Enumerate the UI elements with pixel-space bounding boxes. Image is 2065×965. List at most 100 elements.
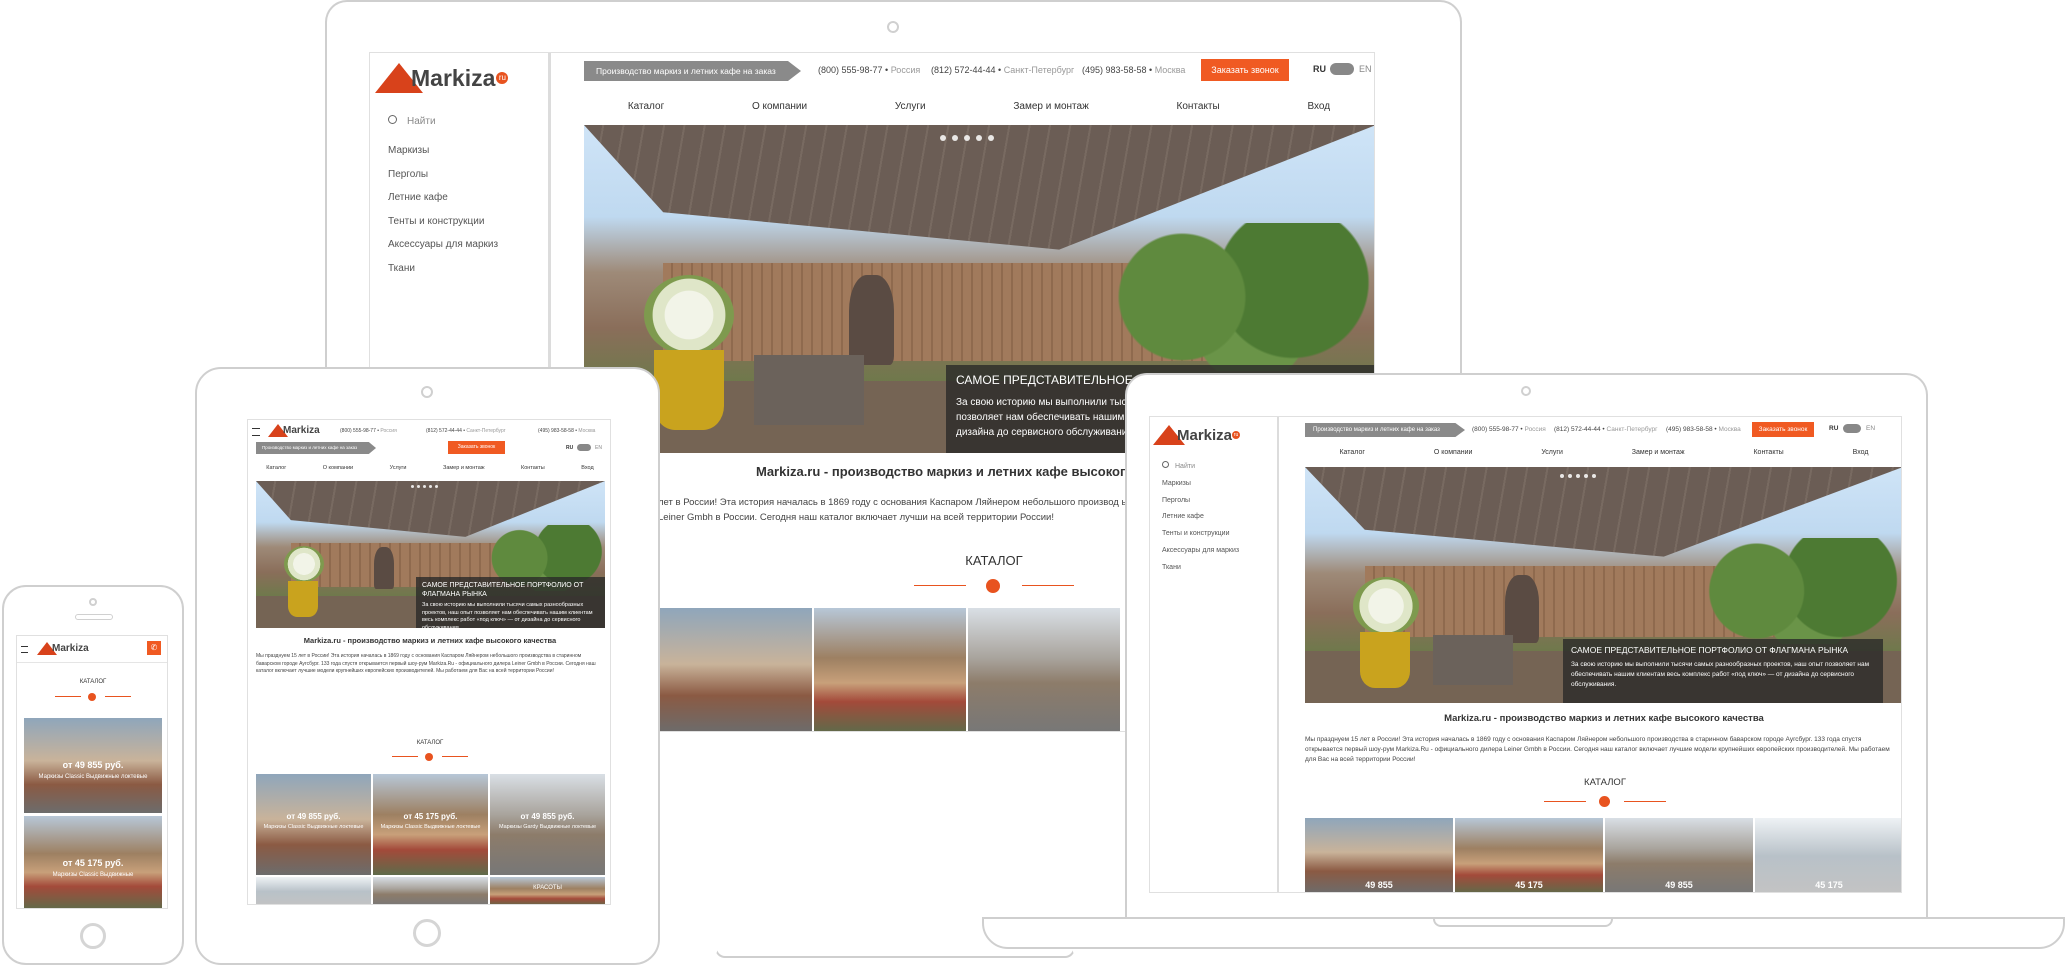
tile-name: Маркизы Classic Выдвижные bbox=[52, 871, 134, 878]
nav-catalog[interactable]: Каталог bbox=[1339, 449, 1364, 456]
catalog-tile[interactable]: от 49 855 руб. Маркизы Gardy Выдвижные ло… bbox=[490, 774, 605, 875]
catalog-title: КАТАЛОГ bbox=[79, 679, 107, 685]
menu-item-tkani[interactable]: Ткани bbox=[1162, 560, 1239, 577]
nav-measure[interactable]: Замер и монтаж bbox=[1632, 449, 1685, 456]
lang-toggle[interactable] bbox=[1330, 63, 1354, 75]
slider-dots[interactable] bbox=[1560, 474, 1596, 478]
logo[interactable]: Markiza ru bbox=[1153, 425, 1241, 445]
tile-name: Маркизы Classic Выдвижные локтевые bbox=[263, 824, 364, 830]
menu-item-tenty[interactable]: Тенты и конструкции bbox=[388, 210, 498, 234]
menu-item-markizy[interactable]: Маркизы bbox=[1162, 476, 1239, 493]
nav-measure[interactable]: Замер и монтаж bbox=[1013, 101, 1088, 112]
catalog-tile[interactable]: 45 175 bbox=[1755, 818, 1901, 892]
nav-contacts[interactable]: Контакты bbox=[521, 465, 545, 471]
call-button[interactable]: Заказать звонок bbox=[1201, 59, 1289, 81]
hamburger-icon[interactable] bbox=[21, 646, 28, 653]
lang-ru[interactable]: RU bbox=[1313, 64, 1326, 74]
phone-russia[interactable]: (800) 555-98-77 • Россия bbox=[818, 65, 920, 75]
catalog-tiles: от 49 855 руб. Маркизы Classic Выдвижные … bbox=[24, 718, 162, 908]
nav-login[interactable]: Вход bbox=[1853, 449, 1869, 456]
catalog-tile[interactable]: 49 855 bbox=[1305, 818, 1453, 892]
nav-services[interactable]: Услуги bbox=[895, 101, 926, 112]
nav-services[interactable]: Услуги bbox=[1541, 449, 1563, 456]
lang-ru[interactable]: RU bbox=[566, 445, 573, 451]
phone-home-button[interactable] bbox=[80, 923, 106, 949]
laptop-camera bbox=[1521, 386, 1531, 396]
search-input[interactable]: Найти bbox=[388, 115, 436, 127]
catalog-tile[interactable] bbox=[660, 608, 812, 731]
lang-toggle[interactable] bbox=[577, 444, 591, 451]
nav-login[interactable]: Вход bbox=[1307, 101, 1330, 112]
main-nav: Каталог О компании Услуги Замер и монтаж… bbox=[248, 465, 610, 471]
slider-dots[interactable] bbox=[411, 485, 438, 488]
menu-item-pergoly[interactable]: Перголы bbox=[388, 163, 498, 187]
logo[interactable]: Markiza ru bbox=[375, 63, 509, 93]
search-input[interactable]: Найти bbox=[1162, 461, 1195, 470]
catalog-tile[interactable]: 49 855 bbox=[1605, 818, 1753, 892]
hero-caption-title: САМОЕ ПРЕДСТАВИТЕЛЬНОЕ ПОРТФОЛИО ОТ ФЛАГ… bbox=[422, 582, 584, 598]
nav-catalog[interactable]: Каталог bbox=[628, 101, 664, 112]
lang-en[interactable]: EN bbox=[595, 445, 602, 451]
call-button[interactable]: Заказать звонок bbox=[1752, 422, 1814, 437]
nav-contacts[interactable]: Контакты bbox=[1177, 101, 1220, 112]
catalog-tile[interactable]: 45 175 bbox=[1455, 818, 1603, 892]
page-title: Markiza.ru - производство маркиз и летни… bbox=[1444, 713, 1764, 724]
phone-spb[interactable]: (812) 572-44-44 • Санкт-Петербург bbox=[931, 65, 1074, 75]
nav-login[interactable]: Вход bbox=[581, 465, 593, 471]
catalog-tile[interactable]: от 49 855 руб. Маркизы Classic Выдвижные … bbox=[24, 718, 162, 813]
catalog-tile[interactable]: от 49 855 руб. Маркизы Classic Выдвижные … bbox=[256, 774, 371, 875]
call-icon-button[interactable]: ✆ bbox=[147, 641, 161, 655]
logo[interactable]: Markiza bbox=[37, 642, 89, 655]
hero-slider[interactable]: САМОЕ ПРЕДСТАВИТЕЛЬНОЕ ПОРТФОЛИО ОТ ФЛАГ… bbox=[256, 481, 605, 628]
tile-price: 49 855 bbox=[1665, 880, 1693, 890]
menu-item-letnie-kafe[interactable]: Летние кафе bbox=[1162, 509, 1239, 526]
side-menu: Маркизы Перголы Летние кафе Тенты и конс… bbox=[388, 139, 498, 280]
menu-item-tenty[interactable]: Тенты и конструкции bbox=[1162, 526, 1239, 543]
lang-toggle[interactable] bbox=[1843, 424, 1861, 433]
menu-item-markizy[interactable]: Маркизы bbox=[388, 139, 498, 163]
catalog-tile[interactable]: от 45 175 руб. Маркизы Classic Выдвижные … bbox=[373, 774, 488, 875]
menu-item-accessories[interactable]: Аксессуары для маркиз bbox=[1162, 543, 1239, 560]
hamburger-icon[interactable] bbox=[252, 428, 260, 436]
catalog-tile[interactable]: от 45 175 руб. Маркизы Classic Выдвижные bbox=[24, 815, 162, 908]
nav-about[interactable]: О компании bbox=[323, 465, 353, 471]
nav-about[interactable]: О компании bbox=[752, 101, 807, 112]
catalog-tile[interactable] bbox=[373, 877, 488, 904]
phone-russia[interactable]: (800) 555-98-77 • Россия bbox=[1472, 426, 1546, 433]
phone-moscow[interactable]: (495) 983-58-58 • Москва bbox=[1666, 426, 1741, 433]
phone-number: (800) 555-98-77 bbox=[818, 65, 883, 75]
catalog-tile[interactable] bbox=[256, 877, 371, 904]
nav-measure[interactable]: Замер и монтаж bbox=[443, 465, 484, 471]
catalog-tiles bbox=[660, 608, 1120, 731]
phone-spb[interactable]: (812) 572-44-44 • Санкт-Петербург bbox=[1554, 426, 1658, 433]
nav-about[interactable]: О компании bbox=[1434, 449, 1473, 456]
nav-services[interactable]: Услуги bbox=[390, 465, 407, 471]
catalog-tile[interactable] bbox=[968, 608, 1120, 731]
lang-ru[interactable]: RU bbox=[1829, 425, 1838, 432]
person-image bbox=[849, 275, 894, 365]
phone-russia[interactable]: (800) 555-98-77 • Россия bbox=[340, 428, 397, 434]
slider-dots[interactable] bbox=[940, 135, 994, 141]
nav-contacts[interactable]: Контакты bbox=[1753, 449, 1783, 456]
search-placeholder: Найти bbox=[407, 116, 436, 127]
divider-line bbox=[914, 585, 966, 586]
phone-moscow[interactable]: (495) 983-58-58 • Москва bbox=[538, 428, 595, 434]
tile-price: от 45 175 руб. bbox=[403, 812, 458, 821]
menu-item-accessories[interactable]: Аксессуары для маркиз bbox=[388, 233, 498, 257]
lang-en[interactable]: EN bbox=[1359, 64, 1372, 74]
menu-item-pergoly[interactable]: Перголы bbox=[1162, 493, 1239, 510]
menu-item-letnie-kafe[interactable]: Летние кафе bbox=[388, 186, 498, 210]
catalog-tile[interactable] bbox=[814, 608, 966, 731]
menu-item-tkani[interactable]: Ткани bbox=[388, 257, 498, 281]
page-title: Markiza.ru - производство маркиз и летни… bbox=[303, 636, 557, 645]
lang-en[interactable]: EN bbox=[1866, 425, 1875, 432]
logo[interactable]: Markiza bbox=[268, 424, 320, 437]
catalog-tile[interactable]: КРАСОТЫ bbox=[490, 877, 605, 904]
nav-catalog[interactable]: Каталог bbox=[266, 465, 286, 471]
phone-spb[interactable]: (812) 572-44-44 • Санкт-Петербург bbox=[426, 428, 506, 434]
phone-moscow[interactable]: (495) 983-58-58 • Москва bbox=[1082, 65, 1185, 75]
hero-slider[interactable]: САМОЕ ПРЕДСТАВИТЕЛЬНОЕ ПОРТФОЛИО ОТ ФЛАГ… bbox=[1305, 467, 1901, 703]
tablet-home-button[interactable] bbox=[413, 919, 441, 947]
pot-image bbox=[288, 581, 318, 617]
call-button[interactable]: Заказать звонок bbox=[448, 441, 505, 454]
